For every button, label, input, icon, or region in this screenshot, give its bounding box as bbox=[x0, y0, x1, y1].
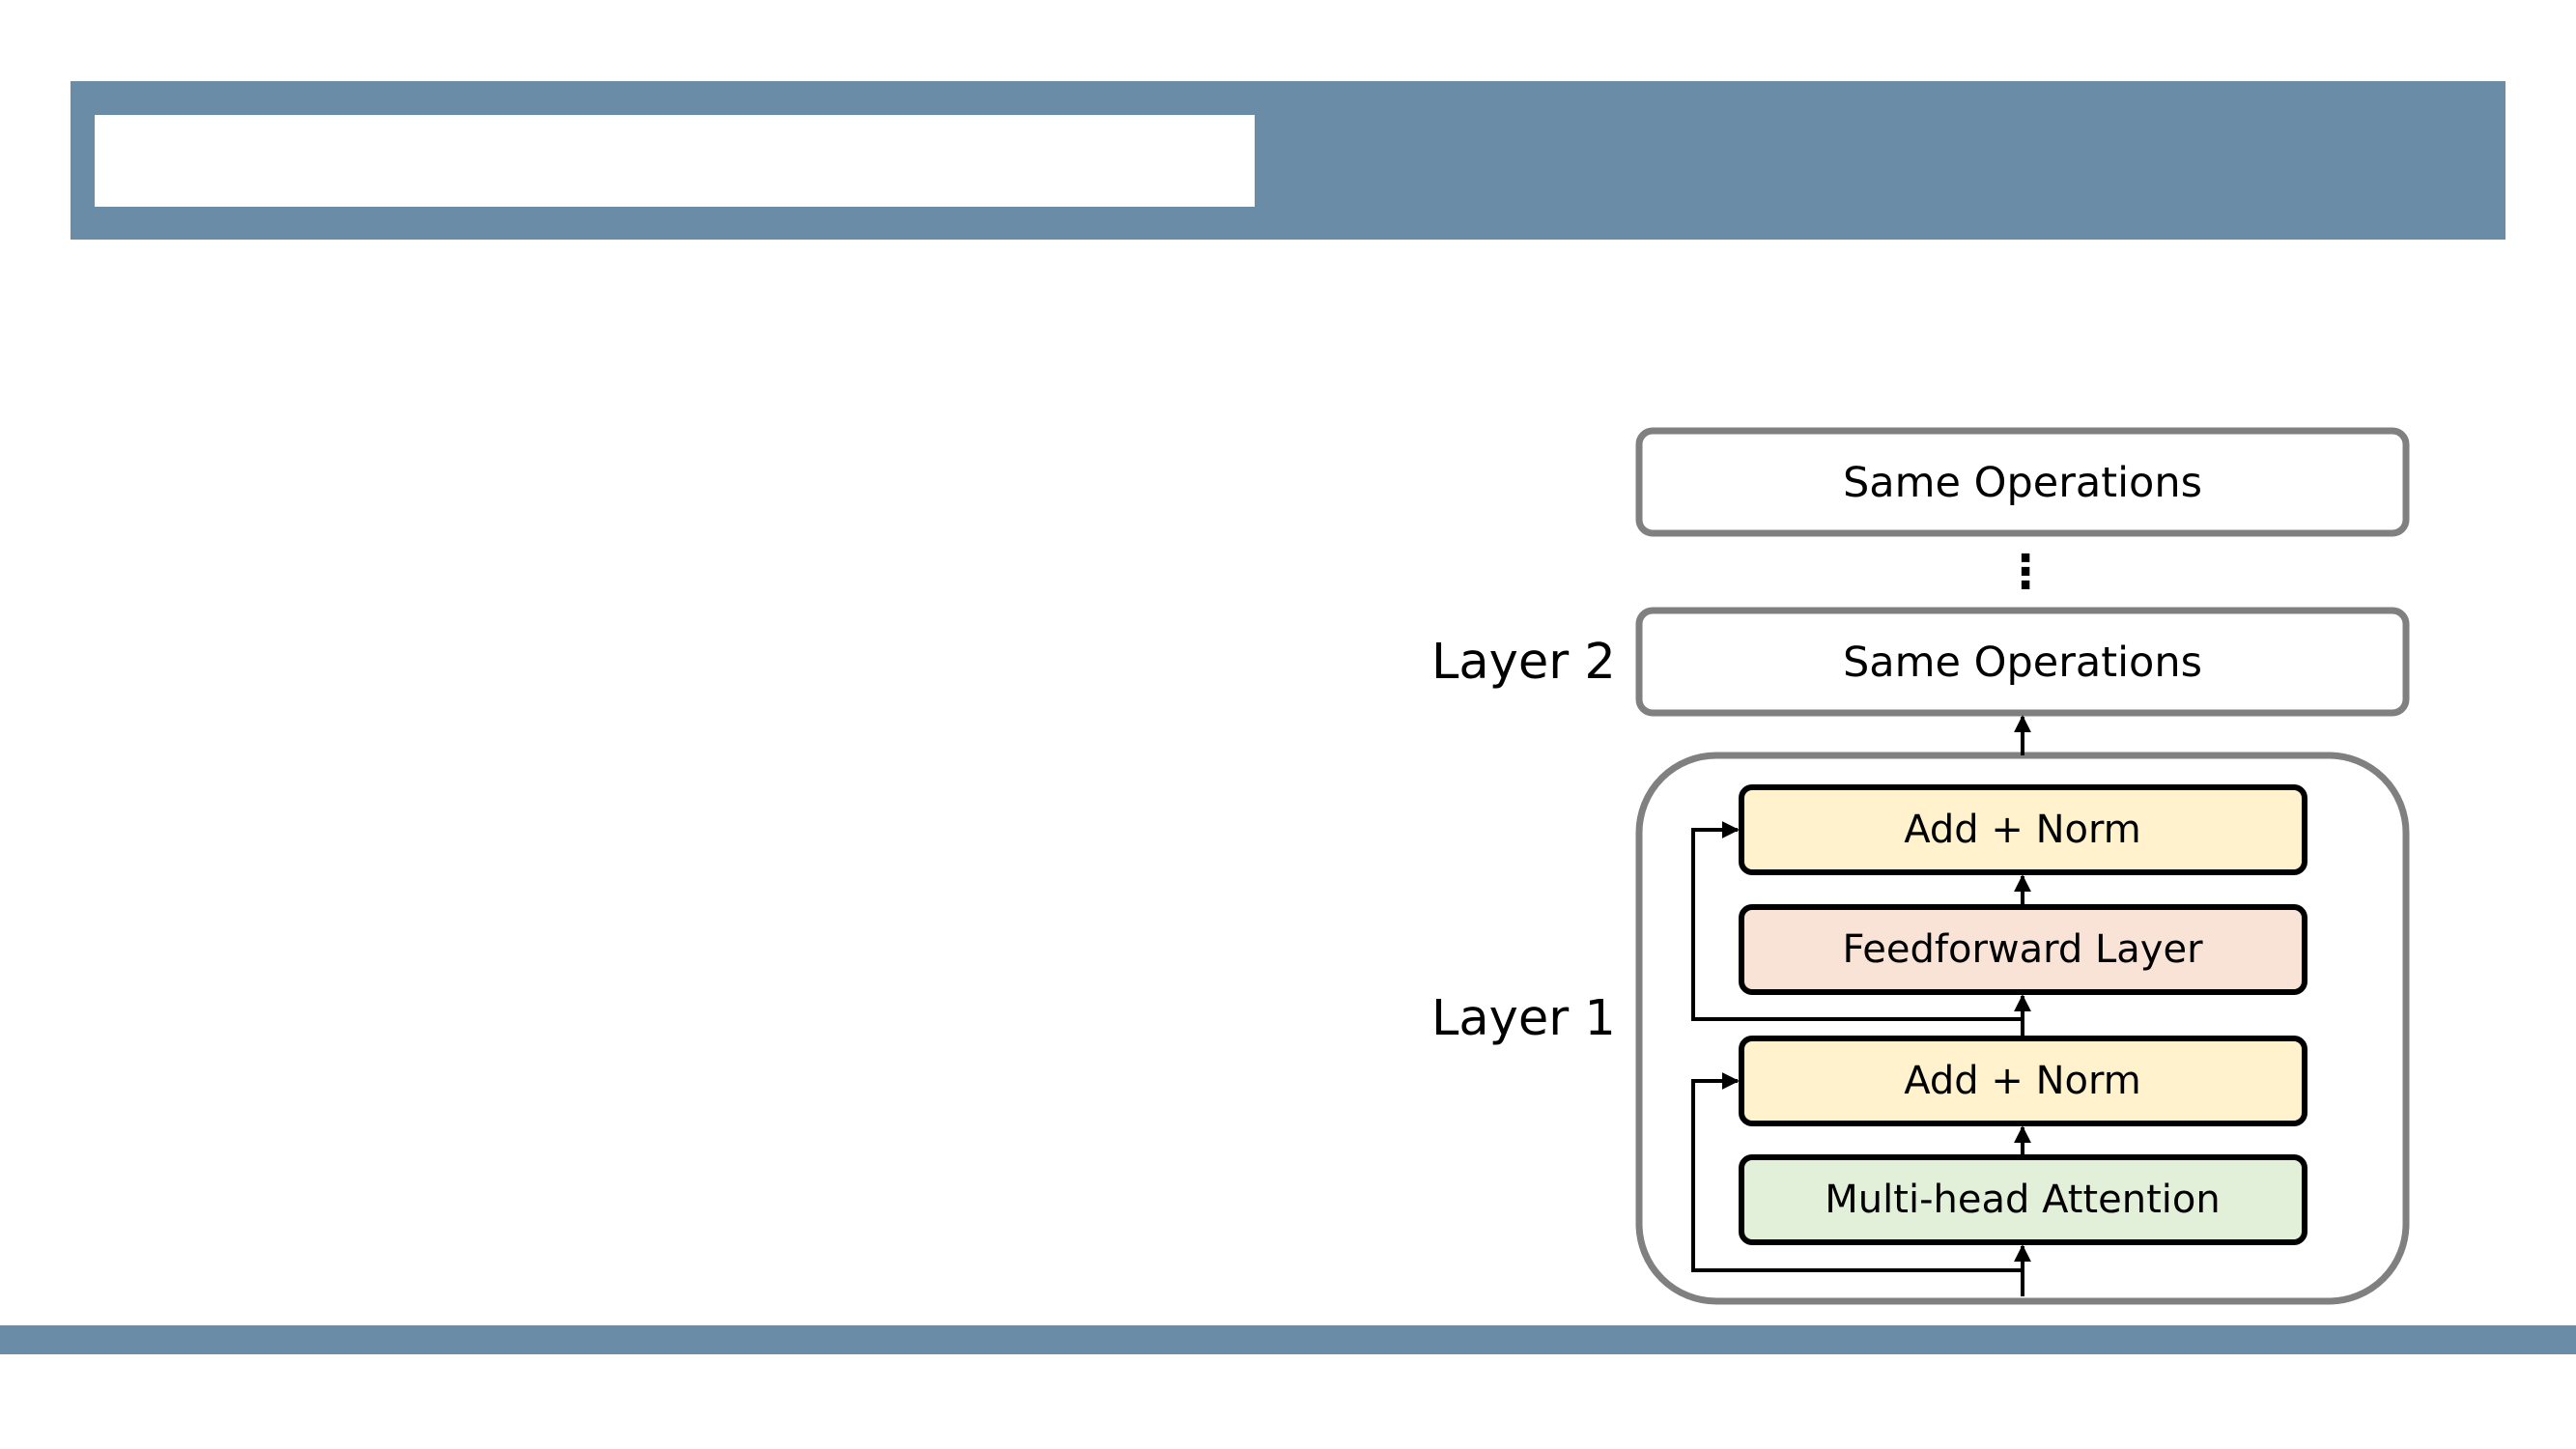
transformer-layer-diagram: Same Operations ⋮ Same Operations Layer … bbox=[1431, 427, 2410, 1305]
layer2-label: Layer 2 bbox=[1431, 634, 1616, 691]
attention-block: Multi-head Attention bbox=[1739, 1154, 2307, 1245]
top-block-label: Same Operations bbox=[1843, 459, 2202, 507]
layer2-block-label: Same Operations bbox=[1843, 639, 2202, 687]
add-norm-top-label: Add + Norm bbox=[1904, 808, 2141, 852]
layer2-same-operations-block: Same Operations bbox=[1635, 607, 2410, 717]
feedforward-label: Feedforward Layer bbox=[1842, 927, 2203, 972]
add-norm-top-block: Add + Norm bbox=[1739, 784, 2307, 875]
slide: Same Operations ⋮ Same Operations Layer … bbox=[0, 0, 2576, 1449]
feedforward-block: Feedforward Layer bbox=[1739, 904, 2307, 995]
add-norm-bottom-label: Add + Norm bbox=[1904, 1059, 2141, 1103]
ellipsis: ⋮ bbox=[2002, 545, 2049, 599]
layer1-label: Layer 1 bbox=[1431, 990, 1616, 1047]
top-same-operations-block: Same Operations bbox=[1635, 427, 2410, 537]
add-norm-bottom-block: Add + Norm bbox=[1739, 1036, 2307, 1126]
attention-label: Multi-head Attention bbox=[1825, 1178, 2220, 1222]
